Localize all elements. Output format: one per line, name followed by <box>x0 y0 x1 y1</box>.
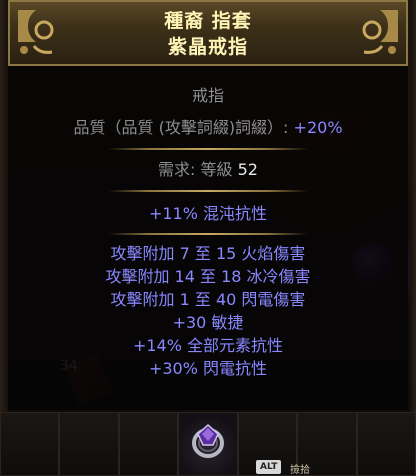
requirement-label: 需求: 等級 <box>158 160 238 179</box>
inventory-slot-amethyst-ring[interactable] <box>178 412 238 476</box>
amethyst-ring-icon[interactable] <box>191 421 225 459</box>
quality-value: +20% <box>293 118 343 137</box>
explicit-mod: 攻擊附加 7 至 15 火焰傷害 <box>110 244 306 263</box>
separator <box>108 190 308 192</box>
explicit-mod: 攻擊附加 1 至 40 閃電傷害 <box>110 290 306 309</box>
alt-key-badge: ALT <box>256 460 282 474</box>
inventory-slot[interactable] <box>356 412 416 476</box>
item-base-type: 紫晶戒指 <box>167 36 248 58</box>
ornament-left-icon <box>18 10 54 54</box>
quality-label: 品質（品質 (攻擊詞綴)詞綴）: <box>73 118 294 137</box>
explicit-mod: 攻擊附加 14 至 18 冰冷傷害 <box>105 267 311 286</box>
item-class: 戒指 <box>191 86 224 105</box>
game-screen: 34 ALT 撿拾 <box>0 0 416 476</box>
explicit-mod: +30 敏捷 <box>172 313 244 332</box>
ornament-right-icon <box>362 10 398 54</box>
inventory-slot[interactable] <box>0 412 60 476</box>
inventory-slot[interactable] <box>118 412 179 476</box>
requirement-line: 需求: 等級 52 <box>8 160 408 180</box>
quality-line: 品質（品質 (攻擊詞綴)詞綴）: +20% <box>8 118 408 138</box>
item-name: 種裔 指套 <box>164 10 252 32</box>
inventory-frame-right <box>410 0 416 476</box>
implicit-mod: +11% 混沌抗性 <box>148 204 268 223</box>
item-tooltip: 種裔 指套 紫晶戒指 戒指 品質（品質 (攻擊詞綴)詞綴）: +20% 需求: … <box>8 0 408 410</box>
explicit-mod: +30% 閃電抗性 <box>148 359 268 378</box>
inventory-slot-row <box>0 412 416 476</box>
separator <box>108 148 308 150</box>
inventory-slot[interactable] <box>59 412 119 476</box>
tooltip-header: 種裔 指套 紫晶戒指 <box>8 0 408 66</box>
inventory-frame-left <box>0 0 8 476</box>
alt-key-hint: 撿拾 <box>290 465 310 476</box>
explicit-mod: +14% 全部元素抗性 <box>132 336 284 355</box>
requirement-value: 52 <box>237 160 258 179</box>
separator <box>108 233 308 235</box>
